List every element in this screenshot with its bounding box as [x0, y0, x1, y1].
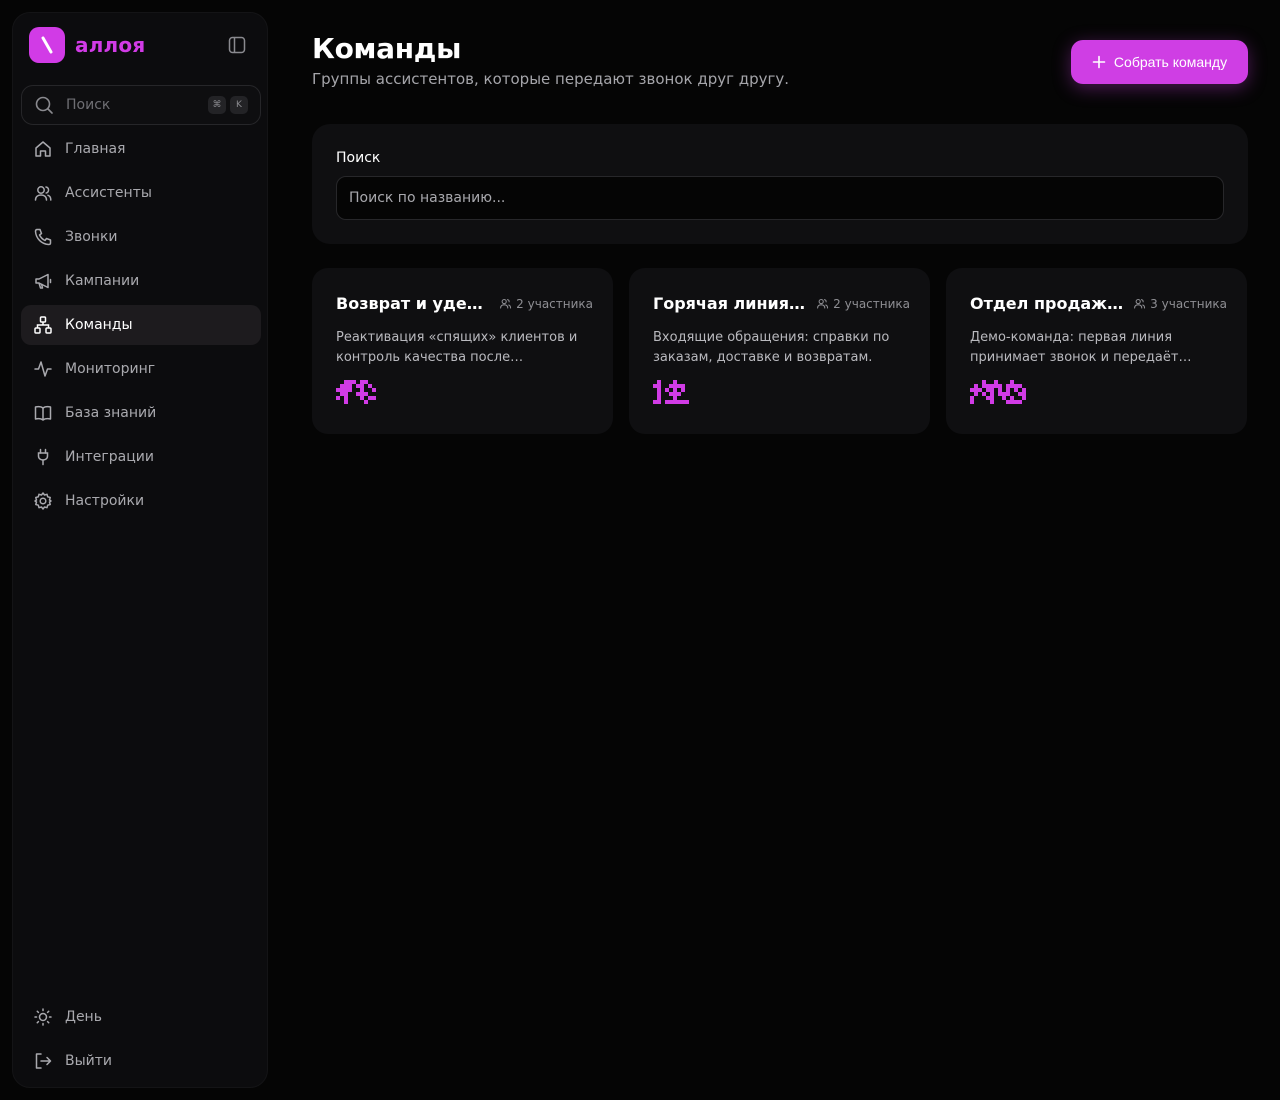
sidebar-item-label: База знаний	[65, 405, 157, 421]
sidebar-item-label: Команды	[65, 317, 133, 333]
home-icon	[35, 141, 51, 157]
logout-label: Выйти	[65, 1053, 113, 1069]
create-team-button[interactable]: Собрать команду	[1071, 40, 1248, 84]
team-card-members: 3 участника	[1133, 297, 1227, 311]
team-card[interactable]: Отдел продаж и поддержки 3 участника Дем…	[946, 268, 1247, 434]
sidebar-search-placeholder: Поиск	[66, 97, 111, 113]
panel-left-icon	[228, 36, 246, 54]
sidebar-footer: День Выйти	[21, 997, 261, 1085]
team-card-description: Демо-команда: первая линия принимает зво…	[970, 330, 1179, 365]
sidebar-item-knowledge-base[interactable]: База знаний	[21, 393, 261, 433]
kbd-k: K	[230, 96, 248, 114]
sidebar-item-home[interactable]: Главная	[21, 129, 261, 169]
users-icon	[817, 298, 829, 309]
sidebar-toggle-button[interactable]	[225, 35, 249, 55]
sidebar-search[interactable]: Поиск ⌘ K	[21, 85, 261, 125]
team-card-header: Горячая линия 8-800 2 участника	[653, 294, 910, 313]
logout-button[interactable]: Выйти	[21, 1041, 261, 1081]
team-card-description: Реактивация «спящих» клиентов и контроль…	[336, 330, 578, 365]
sidebar-item-calls[interactable]: Звонки	[21, 217, 261, 257]
brand[interactable]: аллоя	[29, 27, 145, 63]
users-icon	[500, 298, 512, 309]
sidebar-item-label: Интеграции	[65, 449, 154, 465]
team-card-member-count: 2 участника	[516, 296, 593, 311]
sidebar: аллоя Поиск ⌘ K Главная Ассистенты Звонк…	[12, 12, 268, 1088]
team-card-member-count: 3 участника	[1150, 296, 1227, 311]
team-card-members: 2 участника	[816, 297, 910, 311]
activity-icon	[34, 361, 52, 377]
team-avatar-identicon	[970, 380, 1026, 404]
create-team-label: Собрать команду	[1113, 54, 1228, 70]
filter-label: Поиск	[336, 150, 381, 166]
sidebar-item-label: Кампании	[65, 273, 140, 289]
team-search-input[interactable]	[336, 176, 1224, 220]
filter-panel: Поиск	[312, 124, 1248, 244]
plug-icon	[37, 448, 49, 466]
team-card-members: 2 участника	[499, 297, 593, 311]
users-icon	[34, 186, 52, 201]
team-card-header: Возврат и удержание 2 участника	[336, 294, 593, 313]
team-avatar-identicon	[653, 380, 689, 404]
megaphone-icon	[35, 273, 52, 289]
page-subtitle: Группы ассистентов, которые передают зво…	[312, 70, 790, 88]
plus-icon	[1092, 55, 1106, 69]
sidebar-item-assistants[interactable]: Ассистенты	[21, 173, 261, 213]
brand-name: аллоя	[75, 33, 146, 57]
sidebar-nav: Главная Ассистенты Звонки Кампании Коман…	[21, 129, 261, 525]
shortcut-hint: ⌘ K	[208, 96, 248, 114]
sidebar-item-settings[interactable]: Настройки	[21, 481, 261, 521]
team-card-member-count: 2 участника	[833, 296, 910, 311]
sidebar-item-label: Мониторинг	[65, 361, 156, 377]
sidebar-item-integrations[interactable]: Интеграции	[21, 437, 261, 477]
team-card-description: Входящие обращения: справки по заказам, …	[653, 330, 890, 365]
team-card[interactable]: Возврат и удержание 2 участника Реактива…	[312, 268, 613, 434]
team-card-title: Возврат и удержание	[336, 294, 491, 313]
users-icon	[1134, 298, 1146, 309]
book-icon	[34, 405, 52, 421]
gear-icon	[34, 492, 52, 510]
sidebar-item-label: Ассистенты	[65, 185, 152, 201]
team-card[interactable]: Горячая линия 8-800 2 участника Входящие…	[629, 268, 930, 434]
kbd-cmd: ⌘	[208, 96, 226, 114]
sidebar-item-monitoring[interactable]: Мониторинг	[21, 349, 261, 389]
sidebar-item-label: Звонки	[65, 229, 118, 245]
sun-icon	[34, 1008, 52, 1026]
sidebar-item-campaigns[interactable]: Кампании	[21, 261, 261, 301]
teams-grid: Возврат и удержание 2 участника Реактива…	[312, 268, 1248, 434]
page-title: Команды	[312, 32, 462, 65]
team-card-title: Горячая линия 8-800	[653, 294, 808, 313]
logout-icon	[35, 1053, 52, 1069]
logo-icon	[29, 27, 65, 63]
network-icon	[34, 316, 52, 334]
team-card-title: Отдел продаж и поддержки	[970, 294, 1125, 313]
phone-icon	[34, 228, 52, 246]
sidebar-item-label: Главная	[65, 141, 126, 157]
theme-toggle-label: День	[65, 1009, 102, 1025]
theme-toggle-button[interactable]: День	[21, 997, 261, 1037]
team-card-header: Отдел продаж и поддержки 3 участника	[970, 294, 1227, 313]
team-avatar-identicon	[336, 380, 376, 404]
sidebar-item-teams[interactable]: Команды	[21, 305, 261, 345]
search-icon	[35, 96, 53, 114]
sidebar-item-label: Настройки	[65, 493, 145, 509]
